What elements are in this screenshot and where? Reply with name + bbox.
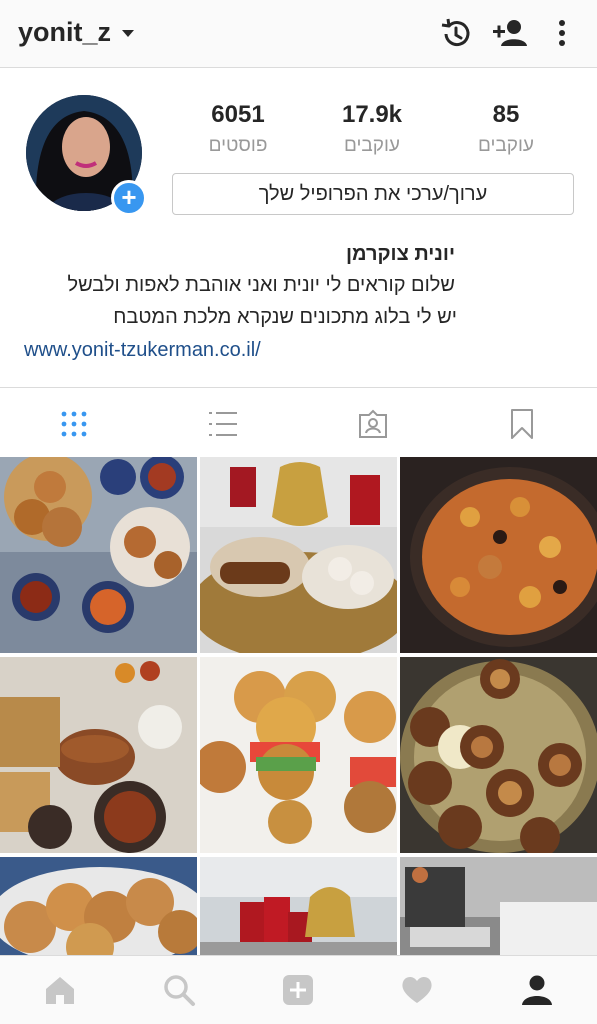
stat-label: עוקבים (477, 135, 534, 156)
username[interactable]: yonit_z (18, 17, 111, 48)
bio-line: שלום קוראים לי יונית ואני אוהבת לאפות ול… (67, 274, 455, 296)
profile-icon[interactable] (520, 973, 554, 1007)
profile-tabs (0, 387, 597, 457)
edit-profile-button[interactable]: ערוך/ערכי את הפרופיל שלך (172, 173, 574, 215)
profile-name: יונית צוקרמן (345, 243, 455, 265)
profile-header: + 6051 פוסטים 17.9k עוקבים 85 עוקבים ערו… (0, 69, 597, 387)
bio-line: יש לי בלוג מתכונים שנקרא מלכת המטבח (113, 306, 457, 328)
stat-value: 85 (492, 101, 520, 128)
add-person-icon[interactable] (492, 16, 528, 52)
history-icon[interactable] (438, 16, 474, 52)
stat-label: עוקבים (343, 135, 400, 156)
post-thumbnail[interactable] (400, 457, 597, 653)
more-vert-icon[interactable] (544, 16, 580, 52)
post-thumbnail[interactable] (0, 457, 197, 653)
add-story-icon[interactable]: + (111, 180, 147, 216)
top-bar: yonit_z (0, 0, 597, 68)
tagged-icon[interactable] (357, 408, 389, 440)
stat-value: 17.9k (341, 101, 403, 128)
post-thumbnail[interactable] (0, 657, 197, 853)
stat-value: 6051 (211, 101, 265, 128)
stat-following[interactable]: 85 עוקבים (441, 101, 571, 157)
post-thumbnail[interactable] (200, 857, 397, 957)
add-icon[interactable] (281, 973, 315, 1007)
post-thumbnail[interactable] (200, 657, 397, 853)
grid-icon[interactable] (58, 408, 90, 440)
list-icon[interactable] (207, 408, 239, 440)
caret-down-icon[interactable] (122, 30, 134, 37)
photo-grid (0, 457, 597, 957)
bottom-nav (0, 955, 597, 1024)
home-icon[interactable] (43, 973, 77, 1007)
heart-icon[interactable] (400, 973, 434, 1007)
post-thumbnail[interactable] (400, 857, 597, 957)
stat-label: פוסטים (208, 135, 268, 156)
post-thumbnail[interactable] (0, 857, 197, 957)
bookmark-icon[interactable] (506, 408, 538, 440)
stat-posts[interactable]: 6051 פוסטים (173, 101, 303, 157)
post-thumbnail[interactable] (200, 457, 397, 653)
post-thumbnail[interactable] (400, 657, 597, 853)
stat-followers[interactable]: 17.9k עוקבים (307, 101, 437, 157)
search-icon[interactable] (162, 973, 196, 1007)
website-link[interactable]: www.yonit-tzukerman.co.il/ (24, 339, 261, 362)
